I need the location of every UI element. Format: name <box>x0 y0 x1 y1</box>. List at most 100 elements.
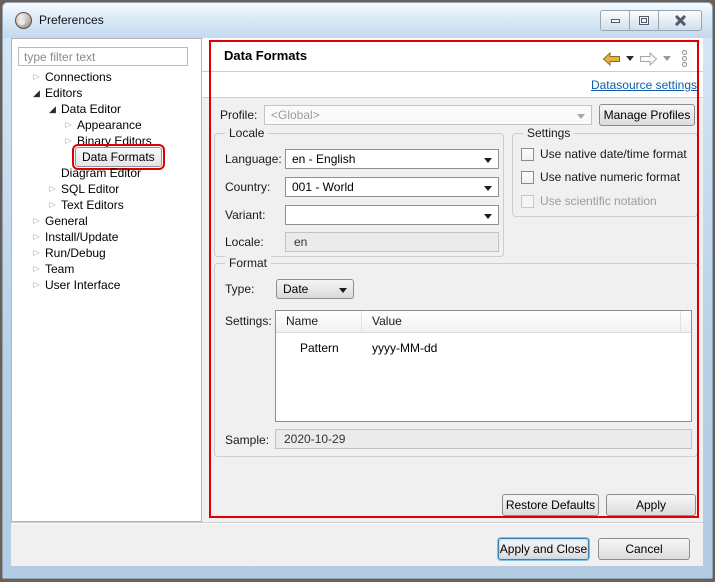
settings-group: Settings Use native date/time format Use… <box>512 133 698 217</box>
type-label: Type: <box>225 282 254 296</box>
chevron-down-icon <box>484 186 492 191</box>
maximize-icon <box>639 16 649 25</box>
sidebar-item-text-editors[interactable]: ▷Text Editors <box>12 197 201 213</box>
chevron-right-icon: ▷ <box>30 277 43 293</box>
country-select[interactable]: 001 - World <box>285 177 499 197</box>
locale-group-title: Locale <box>225 126 268 140</box>
close-button[interactable] <box>658 10 702 31</box>
sidebar-item-label: SQL Editor <box>59 181 121 197</box>
type-select[interactable]: Date <box>276 279 354 299</box>
profile-label: Profile: <box>220 108 257 122</box>
datasource-link-band: Datasource settings <box>202 72 703 98</box>
native-datetime-checkbox-row[interactable]: Use native date/time format <box>521 147 687 161</box>
chevron-right-icon: ▷ <box>30 245 43 261</box>
native-numeric-checkbox-row[interactable]: Use native numeric format <box>521 170 680 184</box>
close-icon <box>675 15 686 26</box>
view-menu-icon[interactable] <box>682 50 687 67</box>
minimize-icon <box>611 19 620 23</box>
variant-select[interactable] <box>285 205 499 225</box>
checkbox-label: Use native numeric format <box>540 170 680 184</box>
cancel-button[interactable]: Cancel <box>598 538 690 560</box>
datasource-settings-link[interactable]: Datasource settings <box>591 78 697 92</box>
sidebar-item-team[interactable]: ▷Team <box>12 261 201 277</box>
sidebar-item-label: Appearance <box>75 117 144 133</box>
format-settings-table[interactable]: Name Value Pattern yyyy-MM-dd <box>275 310 692 422</box>
sample-value-field: 2020-10-29 <box>275 429 692 449</box>
settings-group-title: Settings <box>523 126 574 140</box>
sidebar-item-diagram-editor[interactable]: Diagram Editor <box>12 165 201 181</box>
page-title-band: Data Formats <box>202 38 703 72</box>
main-header: Data Formats Datasource settings <box>202 38 703 98</box>
chevron-right-icon: ▷ <box>46 181 59 197</box>
sidebar-item-label: User Interface <box>43 277 122 293</box>
forward-history-dropdown-icon[interactable] <box>663 56 671 61</box>
sidebar-item-connections[interactable]: ▷Connections <box>12 69 201 85</box>
language-value: en - English <box>292 152 355 166</box>
variant-label: Variant: <box>225 208 265 222</box>
chevron-right-icon: ▷ <box>30 261 43 277</box>
filter-input[interactable] <box>18 47 188 66</box>
chevron-down-icon <box>339 288 347 293</box>
manage-profiles-button[interactable]: Manage Profiles <box>599 104 695 126</box>
language-select[interactable]: en - English <box>285 149 499 169</box>
format-group-title: Format <box>225 256 271 270</box>
sidebar-item-data-formats[interactable]: Data Formats <box>12 149 201 165</box>
page-title: Data Formats <box>224 48 307 63</box>
sidebar-item-label: Diagram Editor <box>59 165 143 181</box>
back-history-dropdown-icon[interactable] <box>626 56 634 61</box>
chevron-down-icon <box>484 158 492 163</box>
sidebar-item-data-editor[interactable]: ◢Data Editor <box>12 101 201 117</box>
data-formats-page: Profile: <Global> Manage Profiles Locale… <box>202 98 703 522</box>
format-group: Format Type: Date Settings: Name Value P… <box>214 263 698 457</box>
dialog-content: ▷Connections ◢Editors ◢Data Editor ▷Appe… <box>11 38 703 566</box>
pattern-name-cell: Pattern <box>300 341 339 355</box>
window-title: Preferences <box>39 13 104 27</box>
column-header-value[interactable]: Value <box>372 314 402 328</box>
checkbox-icon <box>521 195 534 208</box>
chevron-right-icon: ▷ <box>62 133 75 149</box>
sidebar-item-label: Install/Update <box>43 229 120 245</box>
minimize-button[interactable] <box>600 10 630 31</box>
sidebar-item-general[interactable]: ▷General <box>12 213 201 229</box>
type-value: Date <box>283 282 308 296</box>
apply-button[interactable]: Apply <box>606 494 696 516</box>
sidebar-item-sql-editor[interactable]: ▷SQL Editor <box>12 181 201 197</box>
locale-value-field: en <box>285 232 499 252</box>
checkbox-icon[interactable] <box>521 148 534 161</box>
sidebar-item-label: Data Editor <box>59 101 123 117</box>
footer-separator <box>11 522 703 523</box>
table-header-row: Name Value <box>276 311 691 333</box>
chevron-expanded-icon: ◢ <box>46 101 59 117</box>
chevron-expanded-icon: ◢ <box>30 85 43 101</box>
sidebar-item-editors[interactable]: ◢Editors <box>12 85 201 101</box>
sidebar-item-run-debug[interactable]: ▷Run/Debug <box>12 245 201 261</box>
checkbox-icon[interactable] <box>521 171 534 184</box>
sidebar-item-user-interface[interactable]: ▷User Interface <box>12 277 201 293</box>
chevron-right-icon: ▷ <box>30 69 43 85</box>
column-header-name[interactable]: Name <box>286 314 318 328</box>
chevron-right-icon: ▷ <box>46 197 59 213</box>
chevron-right-icon: ▷ <box>30 229 43 245</box>
profile-select[interactable]: <Global> <box>264 105 592 125</box>
forward-arrow-icon[interactable] <box>639 52 658 66</box>
app-icon <box>15 12 32 29</box>
sidebar-item-appearance[interactable]: ▷Appearance <box>12 117 201 133</box>
apply-and-close-button[interactable]: Apply and Close <box>498 538 589 560</box>
sidebar-item-label: Connections <box>43 69 114 85</box>
chevron-down-icon <box>484 214 492 219</box>
back-arrow-icon[interactable] <box>602 52 621 66</box>
maximize-button[interactable] <box>629 10 659 31</box>
restore-defaults-button[interactable]: Restore Defaults <box>502 494 599 516</box>
sidebar-item-label: Run/Debug <box>43 245 108 261</box>
checkbox-label: Use scientific notation <box>540 194 657 208</box>
locale-group: Locale Language: en - English Country: 0… <box>214 133 504 257</box>
sidebar-item-install-update[interactable]: ▷Install/Update <box>12 229 201 245</box>
locale-label: Locale: <box>225 235 264 249</box>
titlebar[interactable]: Preferences <box>3 3 712 38</box>
chevron-down-icon <box>577 114 585 119</box>
checkbox-label: Use native date/time format <box>540 147 687 161</box>
format-settings-label: Settings: <box>225 314 272 328</box>
preferences-window: Preferences ▷Connections ◢Editors ◢Data … <box>2 2 713 579</box>
country-value: 001 - World <box>292 180 354 194</box>
chevron-right-icon: ▷ <box>30 213 43 229</box>
